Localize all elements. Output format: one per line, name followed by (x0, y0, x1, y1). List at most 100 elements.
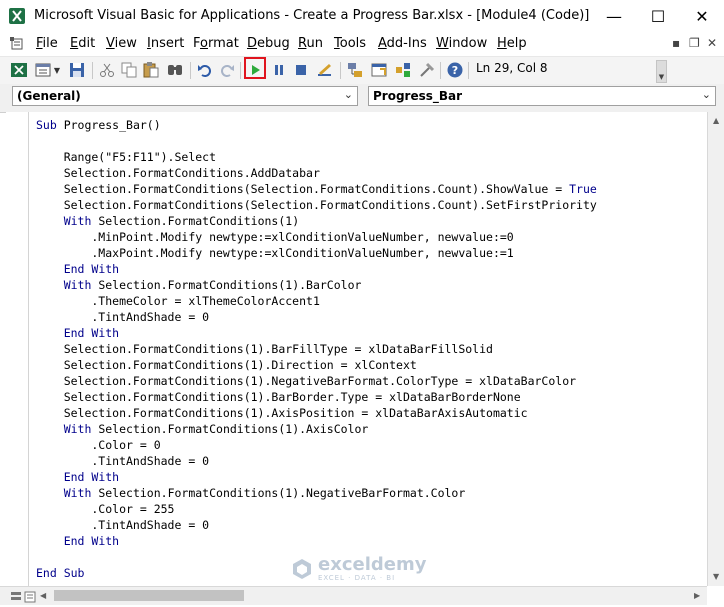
chevron-down-icon: ⌄ (701, 88, 711, 101)
code-line[interactable]: With Selection.FormatConditions(1).BarCo… (36, 277, 597, 293)
code-line[interactable]: Selection.FormatConditions(1).Direction … (36, 357, 597, 373)
code-token: Selection.FormatConditions.AddDatabar (36, 166, 320, 180)
code-token: Selection.FormatConditions(1) (91, 214, 300, 228)
code-keyword: End With (63, 262, 120, 276)
code-line[interactable]: .MaxPoint.Modify newtype:=xlConditionVal… (36, 245, 597, 261)
module-icon[interactable] (10, 37, 26, 51)
code-line[interactable]: Selection.FormatConditions(1).AxisPositi… (36, 405, 597, 421)
code-line[interactable]: With Selection.FormatConditions(1) (36, 213, 597, 229)
code-line[interactable]: .TintAndShade = 0 (36, 517, 597, 533)
scroll-up-icon[interactable]: ▲ (713, 116, 719, 125)
code-line[interactable]: End With (36, 469, 597, 485)
menu-add-ins[interactable]: Add-Ins (378, 36, 427, 51)
code-keyword: With (63, 278, 92, 292)
cut-icon[interactable] (98, 61, 116, 79)
code-token: Range("F5:F11").Select (36, 150, 217, 164)
code-line[interactable]: Selection.FormatConditions(1).BarBorder.… (36, 389, 597, 405)
insert-module-icon[interactable] (34, 61, 52, 79)
menu-debug[interactable]: Debug (247, 36, 290, 51)
vertical-scrollbar[interactable]: ▲ ▼ (707, 112, 724, 586)
code-line[interactable]: .Color = 0 (36, 437, 597, 453)
toolbar-options-icon[interactable]: ▼ (656, 60, 667, 83)
code-line[interactable]: Selection.FormatConditions(1).NegativeBa… (36, 373, 597, 389)
code-line[interactable]: Selection.FormatConditions(Selection.For… (36, 181, 597, 197)
code-token: .Color = 0 (36, 438, 161, 452)
procedure-view-icon[interactable] (10, 588, 22, 600)
horizontal-scrollbar[interactable]: ◀ ▶ (0, 586, 707, 605)
menu-view[interactable]: View (106, 36, 137, 51)
code-line[interactable]: With Selection.FormatConditions(1).Negat… (36, 485, 597, 501)
mdi-restore-button[interactable]: ❐ (689, 36, 700, 50)
insert-dropdown-icon[interactable]: ▼ (52, 61, 62, 79)
code-keyword: End Sub (36, 566, 85, 580)
toolbox-icon[interactable] (418, 61, 436, 79)
code-line[interactable] (36, 133, 597, 149)
chevron-down-icon: ⌄ (343, 88, 353, 101)
project-explorer-icon[interactable] (346, 61, 364, 79)
object-browser-icon[interactable] (394, 61, 412, 79)
code-line[interactable]: Range("F5:F11").Select (36, 149, 597, 165)
code-line[interactable]: .MinPoint.Modify newtype:=xlConditionVal… (36, 229, 597, 245)
code-token: .TintAndShade = 0 (36, 310, 210, 324)
horizontal-scroll-thumb[interactable] (54, 590, 244, 601)
toolbar-separator (190, 62, 191, 79)
undo-icon[interactable] (196, 61, 214, 79)
code-line[interactable]: With Selection.FormatConditions(1).AxisC… (36, 421, 597, 437)
paste-icon[interactable] (142, 61, 160, 79)
code-token: Selection.FormatConditions(1).BarFillTyp… (36, 342, 493, 356)
svg-text:?: ? (452, 64, 458, 77)
save-icon[interactable] (68, 61, 86, 79)
menu-format[interactable]: Format (193, 36, 239, 51)
menu-tools[interactable]: Tools (334, 36, 366, 51)
menu-window[interactable]: Window (436, 36, 487, 51)
menu-run[interactable]: Run (298, 36, 323, 51)
redo-icon[interactable] (218, 61, 236, 79)
code-line[interactable]: Sub Progress_Bar() (36, 117, 597, 133)
title-bar: Microsoft Visual Basic for Applications … (0, 0, 724, 33)
view-excel-icon[interactable] (10, 61, 28, 79)
design-mode-icon[interactable] (316, 61, 334, 79)
procedure-dropdown[interactable]: Progress_Bar ⌄ (368, 86, 716, 106)
properties-window-icon[interactable] (370, 61, 388, 79)
menu-edit[interactable]: Edit (70, 36, 95, 51)
code-line[interactable]: Selection.FormatConditions(1).BarFillTyp… (36, 341, 597, 357)
code-line[interactable]: .TintAndShade = 0 (36, 309, 597, 325)
code-line[interactable]: End With (36, 325, 597, 341)
reset-icon[interactable] (292, 61, 310, 79)
code-keyword: True (569, 182, 597, 196)
copy-icon[interactable] (120, 61, 138, 79)
code-token: Selection.FormatConditions(1).Direction … (36, 358, 417, 372)
menu-help[interactable]: Help (497, 36, 527, 51)
code-text[interactable]: Sub Progress_Bar() Range("F5:F11").Selec… (36, 117, 597, 581)
scroll-right-icon[interactable]: ▶ (694, 591, 700, 600)
mdi-minimize-button[interactable]: ▪ (672, 36, 680, 50)
scroll-left-icon[interactable]: ◀ (40, 591, 46, 600)
code-keyword: End With (63, 326, 120, 340)
code-token: Selection.FormatConditions(1).BarBorder.… (36, 390, 521, 404)
mdi-close-button[interactable]: ✕ (707, 36, 717, 50)
watermark-tagline: EXCEL · DATA · BI (318, 574, 396, 582)
code-line[interactable]: .ThemeColor = xlThemeColorAccent1 (36, 293, 597, 309)
close-button[interactable]: ✕ (680, 0, 724, 32)
code-line[interactable]: .Color = 255 (36, 501, 597, 517)
code-line[interactable]: End With (36, 261, 597, 277)
maximize-button[interactable]: ☐ (636, 0, 680, 32)
help-icon[interactable]: ? (446, 61, 464, 79)
minimize-button[interactable]: — (592, 0, 636, 32)
code-line[interactable]: .TintAndShade = 0 (36, 453, 597, 469)
object-dropdown[interactable]: (General) ⌄ (12, 86, 358, 106)
code-line[interactable]: Selection.FormatConditions(Selection.For… (36, 197, 597, 213)
full-module-view-icon[interactable] (24, 588, 36, 603)
code-token: Selection.FormatConditions(Selection.For… (36, 182, 570, 196)
scroll-down-icon[interactable]: ▼ (713, 572, 719, 581)
find-icon[interactable] (166, 61, 184, 79)
margin-indicator-bar[interactable] (6, 112, 29, 586)
menu-insert[interactable]: Insert (147, 36, 184, 51)
code-line[interactable]: Selection.FormatConditions.AddDatabar (36, 165, 597, 181)
exceldemy-logo-icon (293, 559, 311, 579)
break-icon[interactable] (270, 61, 288, 79)
menu-file[interactable]: File (36, 36, 58, 51)
code-line[interactable]: End With (36, 533, 597, 549)
